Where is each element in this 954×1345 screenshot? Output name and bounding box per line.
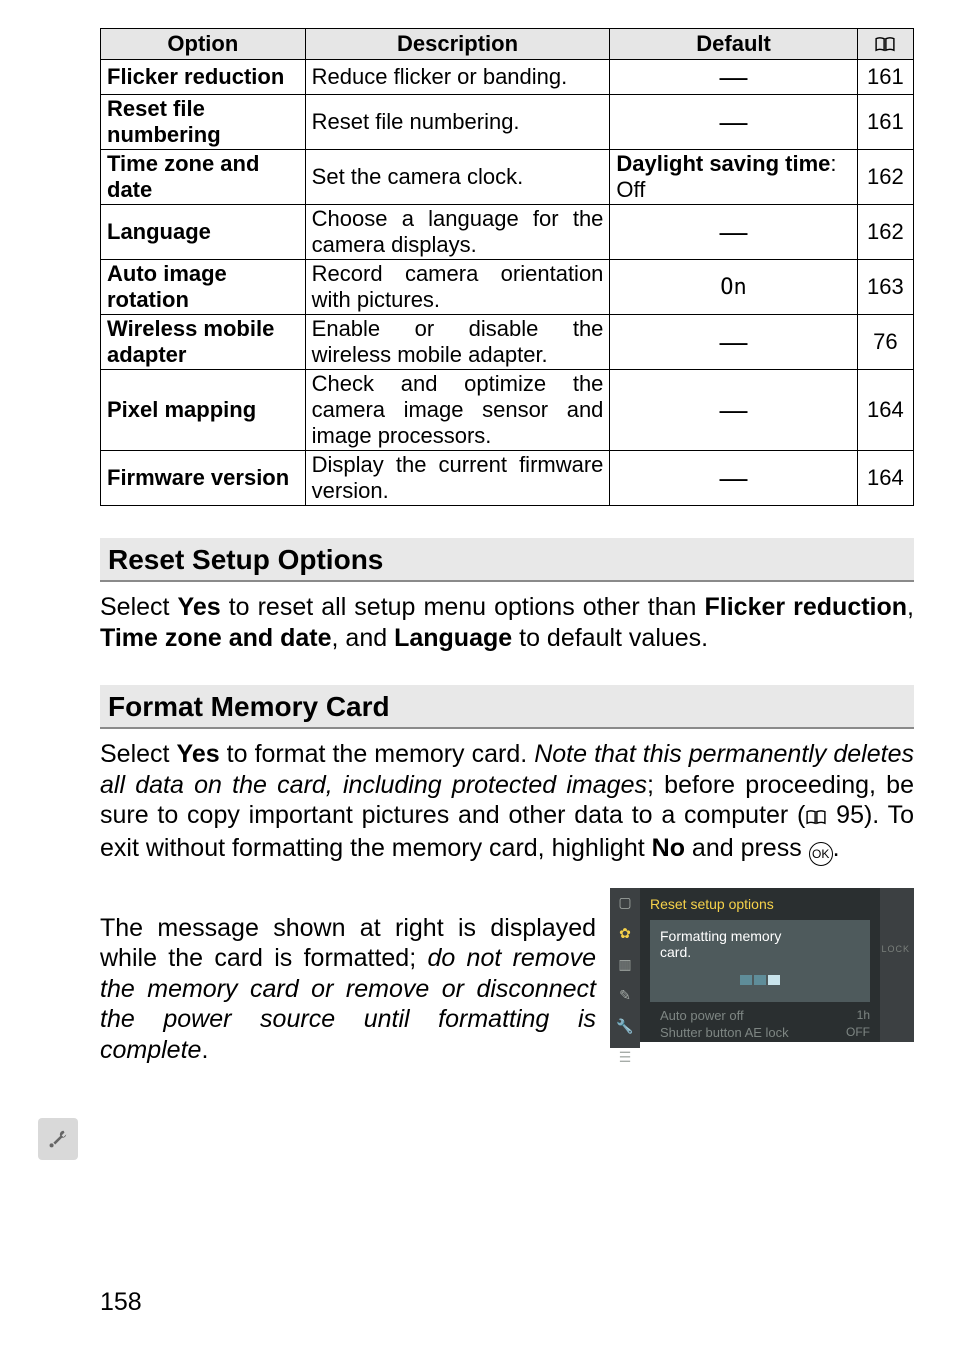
- cell-default: —: [610, 205, 857, 260]
- paragraph-reset: Select Yes to reset all setup menu optio…: [100, 592, 914, 653]
- ss-message-box: Formatting memory card.: [650, 920, 870, 1002]
- cell-option: Flicker reduction: [101, 60, 306, 95]
- cell-page: 164: [857, 451, 913, 506]
- table-row: Auto image rotation Record camera orient…: [101, 260, 914, 315]
- camera-screenshot: ▢ ✿ ▥ ✎ 🔧 ☰ LOCK Reset setup options For…: [610, 888, 914, 1042]
- ss-title: Reset setup options: [640, 888, 880, 918]
- side-tab: [38, 1118, 78, 1160]
- cell-default: Daylight saving time: Off: [610, 150, 857, 205]
- cell-option: Firmware version: [101, 451, 306, 506]
- cell-page: 162: [857, 150, 913, 205]
- cell-page: 161: [857, 60, 913, 95]
- table-row: Flicker reduction Reduce flicker or band…: [101, 60, 914, 95]
- ss-dim-item: Auto power off: [650, 1008, 754, 1023]
- cell-default: —: [610, 451, 857, 506]
- ss-message-line: Formatting memory: [660, 928, 860, 944]
- lock-label: LOCK: [881, 944, 910, 954]
- ss-sidebar: ▢ ✿ ▥ ✎ 🔧 ☰: [610, 888, 640, 1048]
- paragraph-format-2: The message shown at right is displayed …: [100, 913, 596, 1066]
- cell-description: Reduce flicker or banding.: [305, 60, 610, 95]
- cell-page: 163: [857, 260, 913, 315]
- paragraph-format-1: Select Yes to format the memory card. No…: [100, 739, 914, 866]
- ss-message-line: card.: [660, 944, 860, 960]
- ok-icon: OK: [809, 842, 833, 866]
- cell-page: 162: [857, 205, 913, 260]
- wrench-icon: [47, 1128, 69, 1150]
- cell-description: Enable or disable the wireless mobile ad…: [305, 315, 610, 370]
- camera-icon: ✿: [619, 925, 631, 942]
- play-icon: ▢: [618, 894, 631, 911]
- cell-description: Reset file numbering.: [305, 95, 610, 150]
- ss-right-col: [880, 888, 914, 1042]
- table-row: Reset file numbering Reset file numberin…: [101, 95, 914, 150]
- film-icon: ▥: [618, 956, 631, 973]
- cell-description: Record camera orientation with pictures.: [305, 260, 610, 315]
- cell-description: Check and optimize the camera image sens…: [305, 370, 610, 451]
- th-option: Option: [101, 29, 306, 60]
- setup-icon: 🔧: [616, 1018, 633, 1035]
- cell-default: —: [610, 60, 857, 95]
- cell-default: On: [610, 260, 857, 315]
- options-table: Option Description Default Flicker reduc…: [100, 28, 914, 506]
- cell-page: 161: [857, 95, 913, 150]
- cell-description: Choose a language for the camera display…: [305, 205, 610, 260]
- table-row: Wireless mobile adapter Enable or disabl…: [101, 315, 914, 370]
- cell-option: Auto image rotation: [101, 260, 306, 315]
- cell-description: Display the current firmware version.: [305, 451, 610, 506]
- table-row: Firmware version Display the current fir…: [101, 451, 914, 506]
- table-row: Time zone and date Set the camera clock.…: [101, 150, 914, 205]
- ss-dim-item: Shutter button AE lock: [650, 1025, 799, 1040]
- heading-reset-setup: Reset Setup Options: [100, 538, 914, 582]
- cell-page: 76: [857, 315, 913, 370]
- cell-default: —: [610, 95, 857, 150]
- book-icon: [874, 32, 896, 58]
- cell-page: 164: [857, 370, 913, 451]
- book-icon: [805, 802, 827, 833]
- table-row: Language Choose a language for the camer…: [101, 205, 914, 260]
- ss-dim-value: 1h: [857, 1008, 870, 1023]
- cell-option: Time zone and date: [101, 150, 306, 205]
- th-default: Default: [610, 29, 857, 60]
- retouch-icon: ✎: [619, 987, 631, 1004]
- cell-description: Set the camera clock.: [305, 150, 610, 205]
- th-page: [857, 29, 913, 60]
- cell-option: Language: [101, 205, 306, 260]
- cell-default: —: [610, 370, 857, 451]
- recent-icon: ☰: [619, 1049, 632, 1066]
- cell-option: Pixel mapping: [101, 370, 306, 451]
- th-description: Description: [305, 29, 610, 60]
- ss-dim-value: OFF: [846, 1025, 870, 1040]
- heading-format-card: Format Memory Card: [100, 685, 914, 729]
- cell-option: Wireless mobile adapter: [101, 315, 306, 370]
- cell-default: —: [610, 315, 857, 370]
- table-row: Pixel mapping Check and optimize the cam…: [101, 370, 914, 451]
- page-number: 158: [100, 1288, 142, 1317]
- progress-bar: [660, 972, 860, 988]
- cell-option: Reset file numbering: [101, 95, 306, 150]
